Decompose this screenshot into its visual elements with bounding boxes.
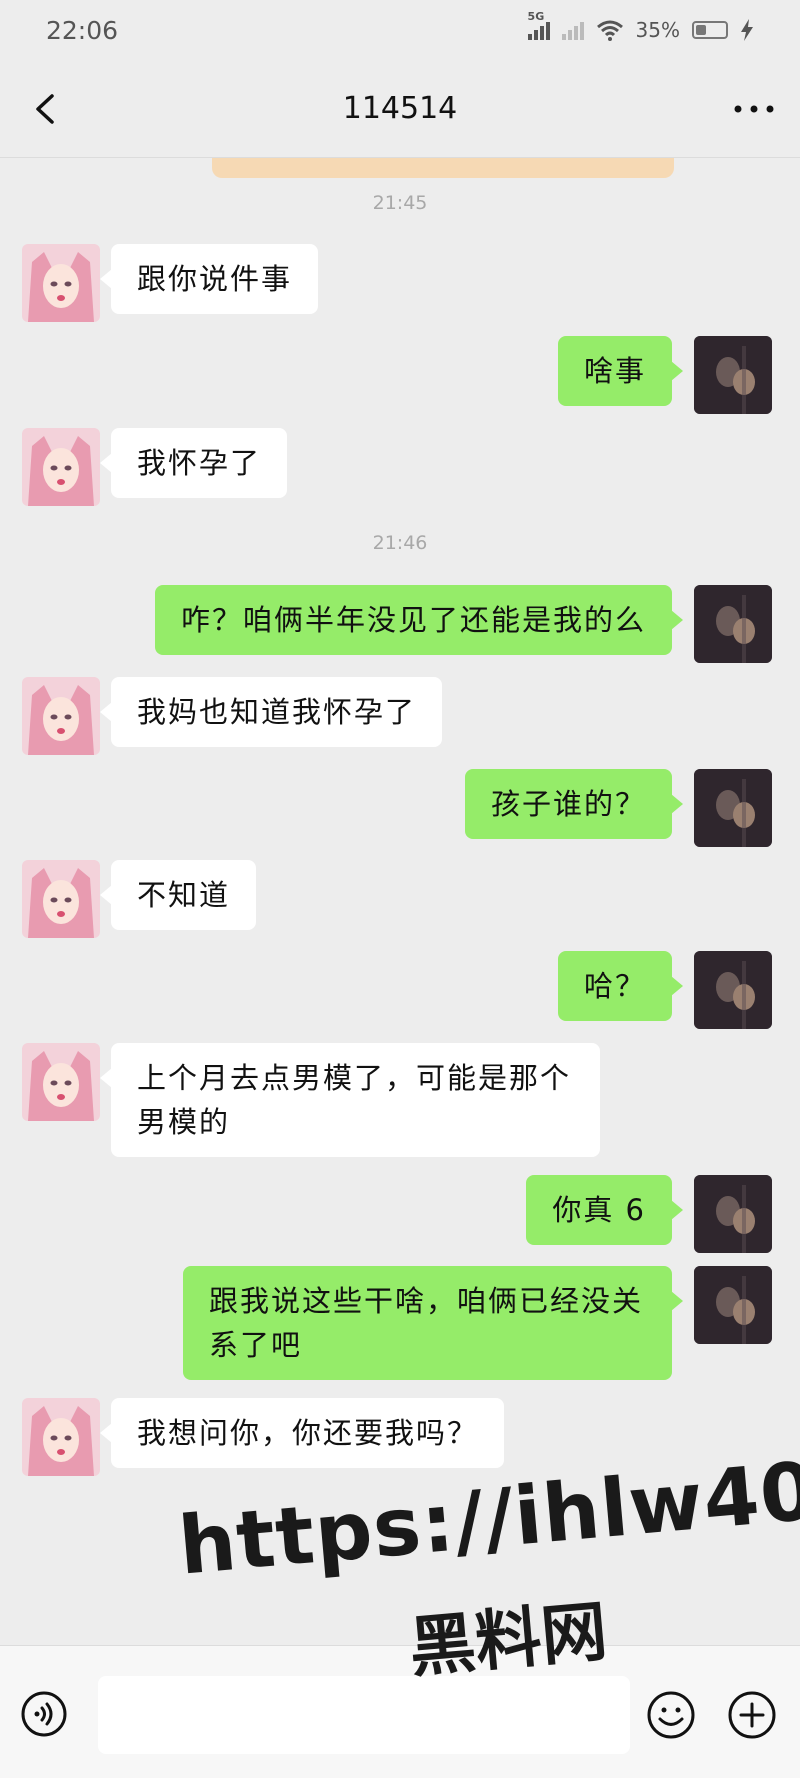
avatar-self[interactable] [694,585,772,663]
message-bubble-incoming[interactable]: 我想问你，你还要我吗？ [99,1398,505,1468]
message-list[interactable]: 21:45 跟你说件事 啥事 我怀孕了 21:46 咋？咱俩半年没见了还能是我的… [0,158,800,1645]
message-bubble-incoming[interactable]: 不知道 [99,860,257,930]
message-bubble-outgoing[interactable]: 啥事 [557,336,684,406]
avatar-contact[interactable] [22,244,100,322]
battery-level [696,25,706,35]
more-dots-icon[interactable] [726,84,782,134]
avatar-self[interactable] [694,336,772,414]
avatar-self[interactable] [694,769,772,847]
message-bubble-incoming[interactable]: 跟你说件事 [99,244,319,314]
chevron-left-icon[interactable] [22,84,72,134]
network-type: 5G [527,10,545,23]
input-bar [0,1645,800,1778]
battery-percent: 35% [635,18,680,42]
timestamp: 21:46 [372,532,428,554]
message-input[interactable] [98,1676,630,1754]
avatar-contact[interactable] [22,1398,100,1476]
status-bar: 22:06 5G 35% [0,0,800,60]
emoji-icon[interactable] [646,1690,696,1740]
chat-header: 114514 [0,60,800,158]
avatar-contact[interactable] [22,1043,100,1121]
voice-icon[interactable] [20,1690,68,1738]
cell-signal-icon: 5G [527,10,550,40]
plus-icon[interactable] [727,1690,777,1740]
avatar-self[interactable] [694,1175,772,1253]
message-bubble-outgoing[interactable]: 跟我说这些干啥，咱俩已经没关系了吧 [183,1266,683,1380]
avatar-self[interactable] [694,1266,772,1344]
charging-icon [741,19,753,41]
avatar-contact[interactable] [22,428,100,506]
chat-title: 114514 [342,91,458,126]
cell-signal-2-icon [561,20,584,40]
message-bubble-incoming[interactable]: 我怀孕了 [99,428,288,498]
battery-icon [692,21,728,39]
wifi-icon [596,20,623,41]
timestamp: 21:45 [372,192,428,214]
avatar-contact[interactable] [22,860,100,938]
message-bubble-outgoing[interactable]: 孩子谁的？ [464,769,684,839]
system-banner [212,158,674,178]
avatar-self[interactable] [694,951,772,1029]
message-bubble-outgoing[interactable]: 咋？咱俩半年没见了还能是我的么 [154,585,684,655]
message-bubble-outgoing[interactable]: 你真 6 [526,1175,683,1245]
status-time: 22:06 [46,15,119,45]
message-bubble-outgoing[interactable]: 哈？ [557,951,684,1021]
message-bubble-incoming[interactable]: 上个月去点男模了，可能是那个男模的 [100,1043,600,1157]
status-indicators: 5G 35% [527,10,754,42]
message-bubble-incoming[interactable]: 我妈也知道我怀孕了 [99,677,443,747]
avatar-contact[interactable] [22,677,100,755]
